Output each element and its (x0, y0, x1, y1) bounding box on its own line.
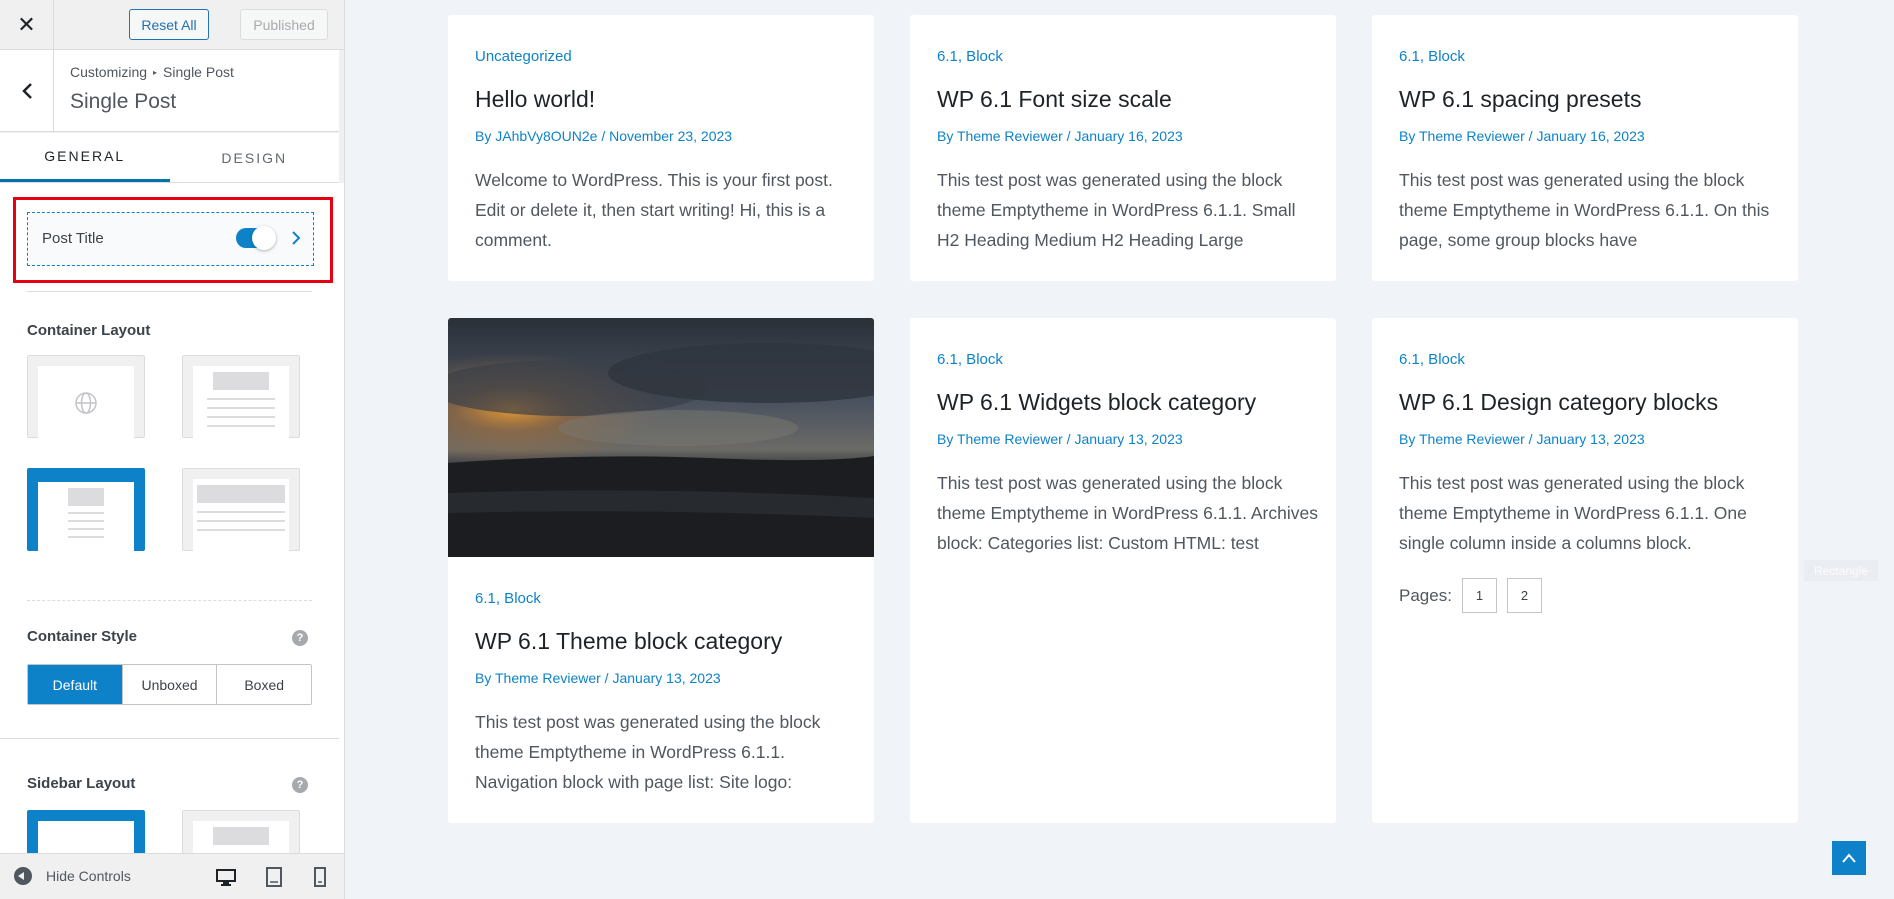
post-title[interactable]: WP 6.1 Font size scale (937, 86, 1172, 113)
container-layout-option-boxed[interactable] (182, 355, 300, 439)
container-style-selector: Default Unboxed Boxed (27, 664, 312, 705)
breadcrumb: Customizing ▸ Single Post (70, 64, 234, 80)
post-meta[interactable]: By Theme Reviewer / January 16, 2023 (937, 128, 1183, 144)
post-meta[interactable]: By JAhbVy8OUN2e / November 23, 2023 (475, 128, 732, 144)
post-title[interactable]: WP 6.1 spacing presets (1399, 86, 1641, 113)
help-icon[interactable]: ? (292, 630, 308, 646)
container-layout-label: Container Layout (27, 322, 151, 339)
container-layout-option-content-boxed[interactable] (27, 468, 145, 555)
breadcrumb-current: Single Post (163, 64, 234, 80)
hide-controls-label: Hide Controls (46, 868, 131, 884)
post-pagination: Pages: 1 2 (1399, 578, 1542, 613)
post-categories[interactable]: 6.1, Block (937, 48, 1003, 65)
divider (27, 291, 312, 292)
post-meta[interactable]: By Theme Reviewer / January 16, 2023 (1399, 128, 1645, 144)
container-style-label: Container Style (27, 628, 138, 645)
tablet-icon[interactable] (264, 867, 284, 887)
post-meta[interactable]: By Theme Reviewer / January 13, 2023 (1399, 431, 1645, 447)
post-card: 6.1, Block WP 6.1 Font size scale By The… (910, 15, 1336, 281)
post-title-control[interactable]: Post Title (27, 212, 314, 266)
post-excerpt: This test post was generated using the b… (475, 712, 821, 792)
post-title[interactable]: WP 6.1 Design category blocks (1399, 389, 1718, 416)
chevron-up-icon (1842, 853, 1856, 863)
tab-general[interactable]: GENERAL (0, 133, 170, 182)
breadcrumb-separator-icon: ▸ (153, 68, 158, 77)
post-excerpt: Welcome to WordPress. This is your first… (475, 170, 833, 250)
panel-header: Customizing ▸ Single Post Single Post (0, 50, 339, 132)
post-card: 6.1, Block WP 6.1 Theme block category B… (448, 318, 874, 823)
site-preview: Uncategorized Hello world! By JAhbVy8OUN… (346, 0, 1894, 899)
post-card: 6.1, Block WP 6.1 spacing presets By The… (1372, 15, 1798, 281)
post-categories[interactable]: 6.1, Block (1399, 48, 1465, 65)
mobile-icon[interactable] (310, 867, 330, 887)
post-categories[interactable]: 6.1, Block (475, 590, 541, 607)
post-card: 6.1, Block WP 6.1 Design category blocks… (1372, 318, 1798, 823)
panel-tabs: GENERAL DESIGN (0, 133, 339, 183)
scroll-to-top-button[interactable] (1832, 841, 1866, 875)
globe-icon (75, 392, 97, 414)
post-card: Uncategorized Hello world! By JAhbVy8OUN… (448, 15, 874, 281)
tab-design[interactable]: DESIGN (170, 133, 340, 182)
post-excerpt: This test post was generated using the b… (1399, 170, 1770, 250)
container-style-default[interactable]: Default (28, 665, 123, 704)
customizer-header: ✕ Reset All Published (0, 0, 344, 50)
post-title-toggle[interactable] (236, 226, 276, 250)
breadcrumb-root: Customizing (70, 64, 148, 80)
customizer-footer: Hide Controls (0, 853, 344, 899)
post-title[interactable]: WP 6.1 Theme block category (475, 628, 782, 655)
hide-controls-button[interactable]: Hide Controls (14, 867, 131, 885)
pagination-label: Pages: (1399, 585, 1452, 605)
post-categories[interactable]: 6.1, Block (937, 351, 1003, 368)
page-link[interactable]: 2 (1506, 578, 1542, 613)
collapse-icon (14, 867, 32, 885)
divider (27, 600, 312, 601)
chevron-left-icon (21, 82, 32, 99)
chevron-right-icon[interactable] (290, 230, 302, 246)
panel-content: Post Title Container Layout Container St… (0, 183, 344, 853)
post-title[interactable]: WP 6.1 Widgets block category (937, 389, 1256, 416)
post-categories[interactable]: 6.1, Block (1399, 351, 1465, 368)
post-meta[interactable]: By Theme Reviewer / January 13, 2023 (475, 670, 721, 686)
post-thumbnail[interactable] (448, 318, 874, 557)
post-excerpt: This test post was generated using the b… (937, 170, 1296, 250)
post-categories[interactable]: Uncategorized (475, 48, 572, 65)
back-button[interactable] (0, 50, 54, 131)
divider (0, 738, 339, 739)
post-card: 6.1, Block WP 6.1 Widgets block category… (910, 318, 1336, 823)
customizer-sidebar: ✕ Reset All Published Customizing ▸ Single… (0, 0, 345, 899)
help-icon[interactable]: ? (292, 777, 308, 793)
panel-title: Single Post (70, 90, 177, 113)
page-link[interactable]: 1 (1461, 578, 1497, 613)
desktop-icon[interactable] (216, 867, 236, 887)
close-icon[interactable]: ✕ (0, 0, 54, 49)
rectangle-overlay-label: Rectangle (1804, 560, 1878, 581)
toggle-knob (252, 226, 276, 250)
post-excerpt: This test post was generated using the b… (1399, 473, 1747, 553)
container-style-boxed[interactable]: Boxed (217, 665, 311, 704)
post-title[interactable]: Hello world! (475, 86, 595, 113)
container-layout-option-full-width[interactable] (27, 355, 145, 439)
reset-all-button[interactable]: Reset All (129, 9, 209, 40)
container-layout-option-narrow[interactable] (182, 468, 300, 552)
post-title-label: Post Title (42, 230, 104, 247)
sidebar-layout-label: Sidebar Layout (27, 775, 136, 792)
published-button[interactable]: Published (240, 9, 328, 40)
container-style-unboxed[interactable]: Unboxed (123, 665, 218, 704)
post-excerpt: This test post was generated using the b… (937, 473, 1318, 553)
post-meta[interactable]: By Theme Reviewer / January 13, 2023 (937, 431, 1183, 447)
